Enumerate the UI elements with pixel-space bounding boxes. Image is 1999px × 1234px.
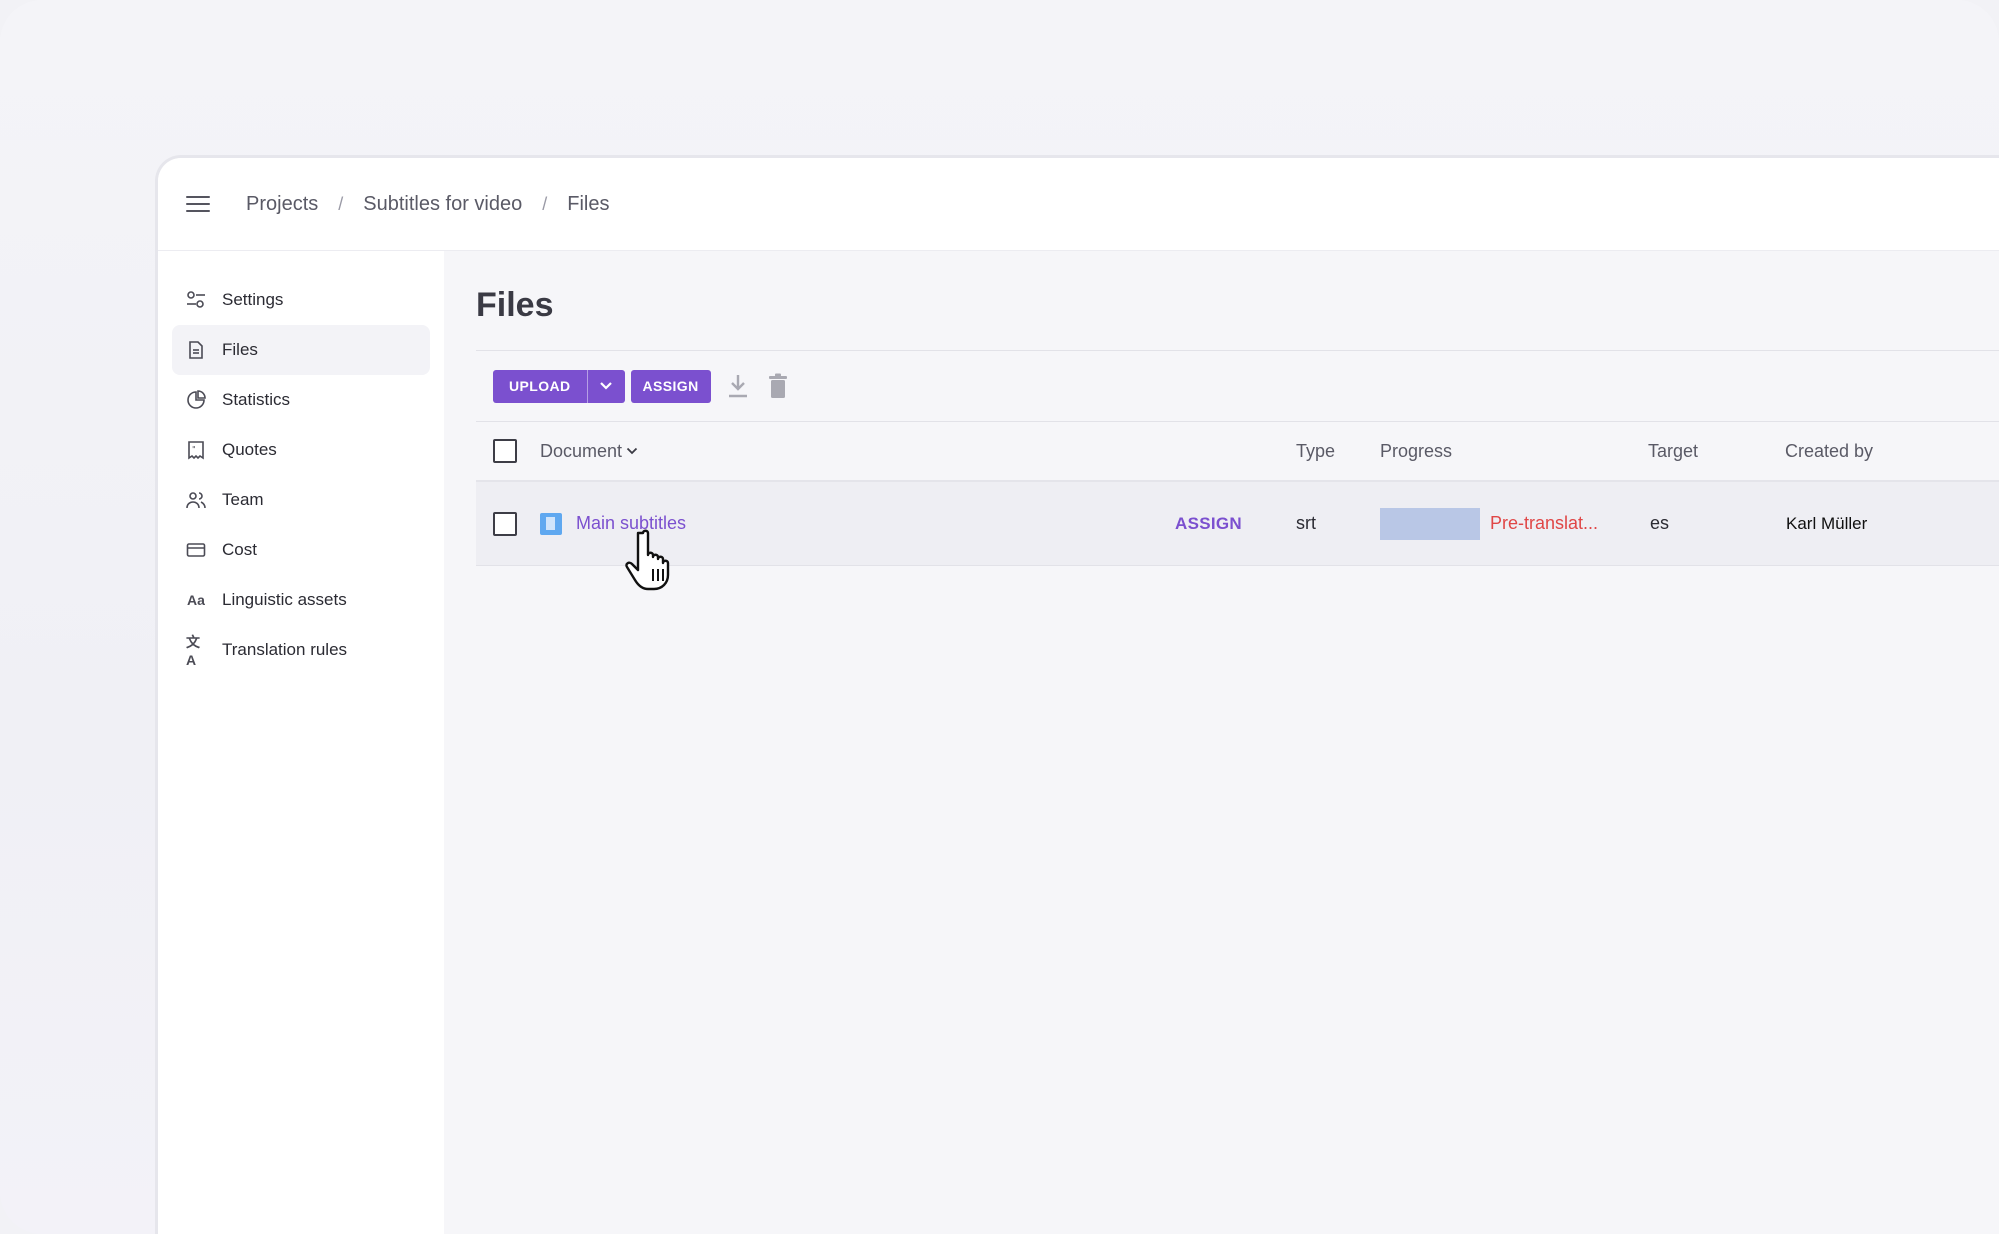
sidebar-item-label: Translation rules (222, 640, 348, 659)
top-bar: Projects / Subtitles for video / Files (158, 158, 1999, 251)
column-header-document[interactable]: Document (540, 441, 638, 462)
download-icon[interactable] (725, 371, 751, 401)
breadcrumb-current[interactable]: Files (567, 193, 609, 216)
breadcrumb-separator: / (542, 193, 548, 214)
row-assign-link[interactable]: ASSIGN (1175, 514, 1242, 534)
credit-card-icon (186, 540, 206, 560)
sidebar-item-label: Files (222, 340, 258, 359)
sidebar-item-label: Team (222, 490, 264, 509)
files-table: Document Type Progress Target Created by… (476, 421, 1999, 566)
sidebar-item-label: Cost (222, 540, 257, 559)
sidebar-item-label: Quotes (222, 440, 277, 459)
column-header-type: Type (1296, 440, 1336, 461)
target-cell: es (1650, 513, 1670, 533)
select-all-checkbox[interactable] (493, 439, 517, 463)
pie-chart-icon (186, 390, 206, 410)
menu-icon[interactable] (186, 195, 210, 213)
assign-button[interactable]: ASSIGN (630, 369, 711, 403)
svg-text:": " (192, 445, 196, 454)
table-row[interactable]: Main subtitles ASSIGN srt Pre-translat..… (476, 482, 1999, 566)
sidebar-item-cost[interactable]: Cost (172, 525, 430, 575)
sidebar-item-settings[interactable]: Settings (172, 275, 430, 325)
upload-dropdown-button[interactable] (586, 369, 625, 403)
translate-icon: 文A (186, 634, 200, 668)
toolbar: UPLOAD ASSIGN (476, 351, 1999, 421)
column-header-created-by: Created by (1785, 440, 1874, 461)
page-title: Files (476, 286, 554, 324)
sidebar-item-translation-rules[interactable]: 文A Translation rules (172, 625, 430, 675)
status-text: Pre-translat... (1490, 513, 1599, 533)
breadcrumb-project[interactable]: Subtitles for video (363, 193, 522, 216)
table-header: Document Type Progress Target Created by (476, 422, 1999, 482)
linguistic-aa-icon: Aa (187, 592, 205, 608)
upload-button-group: UPLOAD (493, 369, 625, 403)
row-checkbox[interactable] (493, 511, 517, 536)
column-header-target: Target (1648, 440, 1699, 461)
sidebar-item-label: Linguistic assets (222, 590, 347, 609)
sidebar-item-label: Settings (222, 290, 284, 309)
breadcrumb: Projects / Subtitles for video / Files (246, 193, 610, 216)
progress-bar (1380, 507, 1480, 540)
chevron-down-icon (626, 447, 638, 455)
app-window: Projects / Subtitles for video / Files S… (155, 155, 1999, 1234)
sidebar-item-team[interactable]: Team (172, 475, 430, 525)
breadcrumb-projects[interactable]: Projects (246, 193, 318, 216)
sidebar-item-linguistic-assets[interactable]: Aa Linguistic assets (172, 575, 430, 625)
delete-icon[interactable] (765, 371, 791, 401)
file-icon (186, 340, 206, 360)
main-content: Files UPLOAD ASSIGN Document Type Progre… (444, 251, 1999, 1234)
chevron-down-icon (600, 382, 612, 390)
sidebar-item-statistics[interactable]: Statistics (172, 375, 430, 425)
sidebar-item-label: Statistics (222, 390, 291, 409)
created-by-cell: Karl Müller (1786, 513, 1868, 533)
sidebar: Settings Files Statistics " Quotes Team (158, 251, 444, 1234)
breadcrumb-separator: / (338, 193, 344, 214)
progress-cell: Pre-translat... (1380, 507, 1599, 540)
team-icon (186, 490, 206, 510)
column-label: Document (540, 440, 623, 461)
document-link[interactable]: Main subtitles (576, 513, 686, 534)
type-cell: srt (1296, 513, 1316, 533)
settings-sliders-icon (186, 290, 206, 310)
sidebar-item-files[interactable]: Files (172, 325, 430, 375)
quote-receipt-icon: " (186, 440, 206, 460)
document-file-icon (540, 512, 562, 535)
upload-button[interactable]: UPLOAD (493, 370, 587, 403)
document-cell: Main subtitles (540, 512, 686, 535)
column-header-progress: Progress (1380, 440, 1453, 461)
sidebar-item-quotes[interactable]: " Quotes (172, 425, 430, 475)
